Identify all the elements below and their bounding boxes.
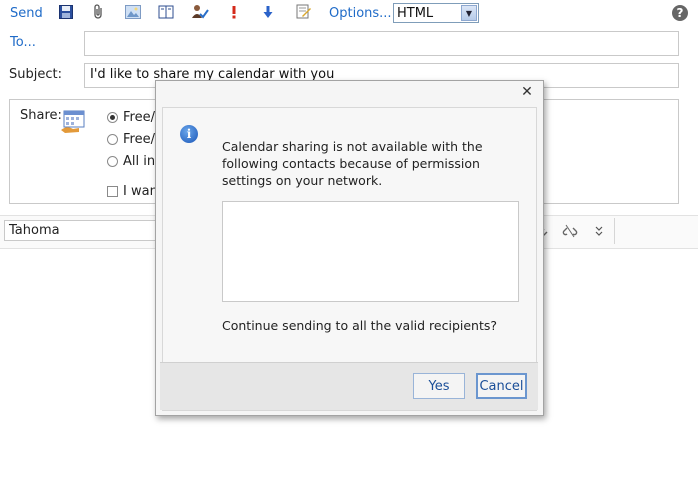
share-option-label: Free/	[123, 110, 155, 125]
message-format-value: HTML	[397, 5, 434, 21]
yes-button[interactable]: Yes	[413, 373, 465, 399]
radio-free-busy-details[interactable]	[107, 134, 118, 145]
checkbox[interactable]	[107, 186, 118, 197]
chevron-down-icon: ▼	[461, 5, 477, 21]
share-option-free-busy[interactable]: Free/	[107, 110, 155, 125]
send-button[interactable]: Send	[10, 3, 43, 23]
help-icon[interactable]: ?	[672, 5, 688, 21]
cancel-button[interactable]: Cancel	[476, 373, 527, 399]
save-icon[interactable]	[57, 3, 75, 21]
address-book-icon[interactable]	[157, 3, 175, 21]
message-format-select[interactable]: HTML ▼	[393, 3, 479, 23]
check-names-icon[interactable]	[191, 3, 209, 21]
info-icon: i	[180, 125, 198, 143]
spell-check-icon[interactable]	[295, 3, 313, 21]
invalid-recipients-list[interactable]	[222, 201, 519, 302]
share-option-all-information[interactable]: All inf	[107, 154, 160, 169]
toolbar: Send Options... HTML ▼ ?	[0, 0, 698, 26]
attach-icon[interactable]	[90, 3, 108, 21]
close-icon[interactable]: ✕	[520, 84, 534, 100]
more-chevron-icon[interactable]	[590, 222, 608, 240]
high-importance-icon[interactable]	[225, 3, 243, 21]
share-option-free-busy-details[interactable]: Free/	[107, 132, 155, 147]
to-field[interactable]	[84, 31, 679, 56]
remove-link-icon[interactable]	[561, 222, 579, 240]
radio-all-information[interactable]	[107, 156, 118, 167]
options-button[interactable]: Options...	[329, 3, 392, 23]
subject-label: Subject:	[9, 67, 62, 82]
insert-image-icon[interactable]	[124, 3, 142, 21]
calendar-share-icon	[61, 108, 87, 134]
to-button[interactable]: To...	[10, 35, 36, 50]
font-name-field[interactable]: Tahoma	[4, 220, 164, 241]
low-importance-icon[interactable]	[259, 3, 277, 21]
dialog-message: Calendar sharing is not available with t…	[222, 139, 483, 188]
dialog-question: Continue sending to all the valid recipi…	[222, 318, 498, 333]
share-label: Share:	[20, 108, 62, 123]
radio-free-busy[interactable]	[107, 112, 118, 123]
share-option-label: Free/	[123, 132, 155, 147]
toolbar-separator	[614, 218, 615, 244]
